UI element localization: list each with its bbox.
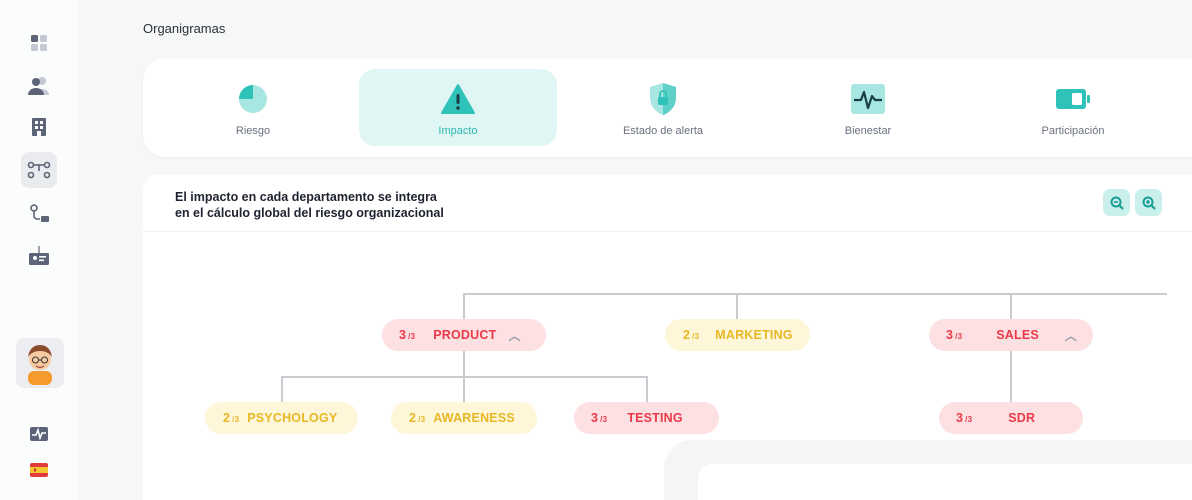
node-label: MARKETING [715, 328, 793, 342]
tab-label: Estado de alerta [622, 125, 704, 137]
connector-line [463, 293, 1167, 295]
tab-riesgo[interactable]: Riesgo [154, 69, 352, 146]
heartbeat-icon [850, 82, 886, 116]
dashboard-icon[interactable] [21, 25, 57, 61]
node-label: TESTING [627, 411, 683, 425]
activity-icon[interactable] [21, 416, 57, 452]
connector-line [646, 376, 648, 403]
node-product[interactable]: 3/3 PRODUCT ︿ [382, 319, 546, 351]
warning-icon [440, 82, 476, 116]
connector-line [1010, 351, 1012, 403]
tab-impacto[interactable]: Impacto [359, 69, 557, 146]
node-label: PRODUCT [433, 328, 497, 342]
node-awareness[interactable]: 2/3 AWARENESS [391, 402, 537, 434]
divider [143, 231, 1192, 232]
building-icon[interactable] [21, 109, 57, 145]
connector-line [1010, 293, 1012, 321]
tab-label: Participación [1041, 125, 1105, 137]
overlay-panel-inner [698, 464, 1192, 500]
zoom-in-icon [1142, 196, 1156, 210]
tab-participacion[interactable]: Participación [974, 69, 1172, 146]
zoom-out-icon [1110, 196, 1124, 210]
connector-line [463, 293, 465, 321]
org-chart-icon[interactable] [21, 152, 57, 188]
node-psychology[interactable]: 2/3 PSYCHOLOGY [205, 402, 358, 434]
section-heading: El impacto en cada departamento se integ… [175, 189, 595, 221]
node-score: 3/3 [591, 411, 608, 425]
flow-icon[interactable] [21, 196, 57, 232]
node-label: PSYCHOLOGY [247, 411, 338, 425]
tab-estado-de-alerta[interactable]: Estado de alerta [564, 69, 762, 146]
people-icon[interactable] [21, 68, 57, 104]
connector-line [281, 376, 283, 403]
zoom-in-button[interactable] [1135, 189, 1162, 216]
node-score: 3/3 [946, 328, 963, 342]
node-score: 2/3 [683, 328, 700, 342]
battery-icon [1055, 82, 1091, 116]
node-score: 2/3 [223, 411, 240, 425]
chevron-up-icon[interactable]: ︿ [1065, 327, 1077, 344]
node-sales[interactable]: 3/3 SALES ︿ [929, 319, 1093, 351]
tab-label: Riesgo [235, 125, 271, 137]
node-score: 3/3 [399, 328, 416, 342]
id-card-icon[interactable] [21, 238, 57, 274]
node-label: SALES [996, 328, 1039, 342]
connector-line [736, 293, 738, 321]
shield-lock-icon [649, 82, 677, 116]
tab-bienestar[interactable]: Bienestar [769, 69, 967, 146]
sidebar [0, 0, 78, 500]
node-label: AWARENESS [433, 411, 515, 425]
tab-label: Impacto [438, 125, 478, 137]
zoom-out-button[interactable] [1103, 189, 1130, 216]
chevron-up-icon[interactable]: ︿ [508, 327, 520, 344]
node-testing[interactable]: 3/3 TESTING [574, 402, 719, 434]
spain-flag-icon[interactable] [21, 452, 57, 488]
heading-line: El impacto en cada departamento se integ… [175, 190, 437, 204]
node-score: 2/3 [409, 411, 426, 425]
page-title: Organigramas [143, 21, 226, 36]
node-score: 3/3 [956, 411, 973, 425]
metric-tabs: Riesgo Impacto Estado de alerta Bienesta… [143, 58, 1192, 157]
connector-line [281, 376, 647, 378]
node-label: SDR [1008, 411, 1036, 425]
tab-label: Bienestar [844, 125, 892, 137]
heading-line: en el cálculo global del riesgo organiza… [175, 206, 444, 220]
avatar[interactable] [16, 338, 64, 388]
pie-chart-icon [237, 82, 269, 116]
node-marketing[interactable]: 2/3 MARKETING [665, 319, 810, 351]
node-sdr[interactable]: 3/3 SDR [939, 402, 1083, 434]
